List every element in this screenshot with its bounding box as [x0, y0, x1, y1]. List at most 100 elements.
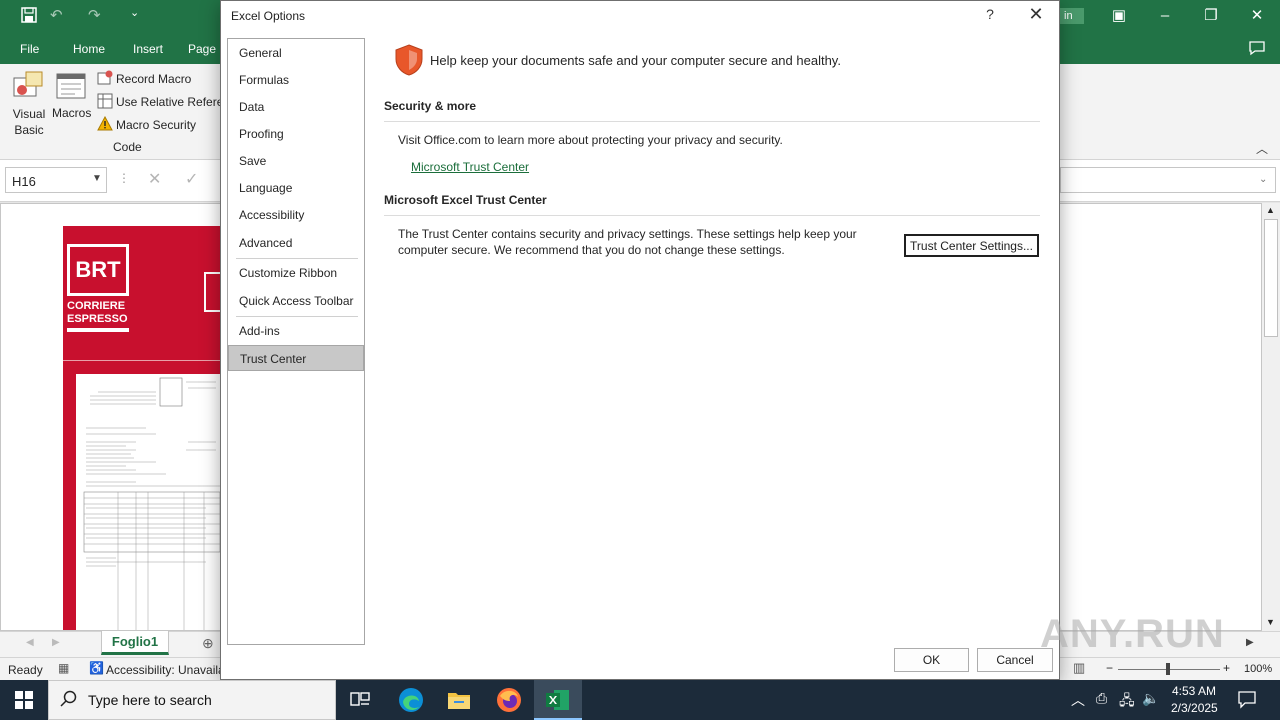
zoom-out-icon[interactable]: −	[1106, 661, 1113, 675]
tray-chevron-icon[interactable]: ︿	[1071, 690, 1085, 710]
scroll-down-icon[interactable]: ▼	[1266, 617, 1275, 627]
brt-logo: BRT	[67, 244, 129, 296]
page-layout-view-icon[interactable]: ▥	[1073, 660, 1085, 676]
nav-item-data[interactable]: Data	[228, 94, 364, 120]
add-sheet-icon[interactable]: ⊕	[202, 635, 214, 652]
nav-item-trust-center[interactable]: Trust Center	[228, 345, 364, 371]
save-icon[interactable]	[20, 6, 38, 28]
close-icon[interactable]: ✕	[1020, 4, 1052, 28]
confirm-entry-icon[interactable]: ✓	[185, 169, 198, 189]
doc-box-outline	[204, 272, 220, 312]
use-relative-references-button[interactable]: Use Relative Referer	[116, 95, 227, 109]
nav-item-customize-ribbon[interactable]: Customize Ribbon	[228, 260, 364, 286]
brt-logo-underline	[67, 328, 129, 332]
nav-separator	[236, 258, 358, 259]
chevron-down-icon[interactable]: ⌄	[1259, 174, 1267, 185]
dialog-title: Excel Options	[231, 9, 306, 23]
visual-basic-button[interactable]: Visual Basic	[10, 106, 48, 138]
next-sheet-icon[interactable]: ▶	[52, 637, 60, 648]
tray-device-icon[interactable]: ⎙	[1096, 690, 1107, 707]
tab-insert[interactable]: Insert	[133, 42, 163, 56]
volume-icon[interactable]: 🔈	[1142, 690, 1159, 707]
macros-button[interactable]: Macros	[52, 106, 91, 120]
signin-button[interactable]: in	[1060, 8, 1084, 24]
nav-item-proofing[interactable]: Proofing	[228, 121, 364, 147]
nav-item-advanced[interactable]: Advanced	[228, 230, 364, 256]
restore-icon[interactable]: ❐	[1188, 0, 1234, 32]
tab-home[interactable]: Home	[73, 42, 105, 56]
macro-security-button[interactable]: Macro Security	[116, 118, 196, 132]
brt-subtitle-1: CORRIERE	[67, 300, 126, 312]
accessibility-status[interactable]: Accessibility: Unavailab	[106, 663, 231, 677]
customize-qat-icon[interactable]: ⌄	[130, 6, 139, 19]
scroll-thumb[interactable]	[1264, 219, 1278, 337]
trust-center-settings-button[interactable]: Trust Center Settings...	[904, 234, 1039, 257]
options-nav: General Formulas Data Proofing Save Lang…	[227, 38, 365, 645]
record-macro-button[interactable]: Record Macro	[116, 72, 191, 86]
windows-start-icon[interactable]	[15, 691, 33, 712]
macros-icon[interactable]	[55, 70, 89, 105]
record-macro-icon	[97, 70, 113, 89]
zoom-slider-thumb[interactable]	[1166, 663, 1170, 675]
watermark-logo: ANY.RUN	[1040, 612, 1225, 656]
warning-icon	[97, 115, 113, 135]
trust-center-description-line2: computer secure. We recommend that you d…	[398, 243, 785, 257]
sheet-tab-foglio1[interactable]: Foglio1	[101, 631, 169, 655]
notification-icon[interactable]	[1237, 689, 1257, 712]
name-box[interactable]: H16 ▼	[5, 167, 107, 193]
formula-input[interactable]: ⌄	[1060, 167, 1276, 193]
group-code-label: Code	[113, 140, 142, 154]
section-heading-trust-center: Microsoft Excel Trust Center	[384, 193, 547, 207]
ribbon-display-icon[interactable]: ▣	[1096, 0, 1142, 32]
vertical-scrollbar[interactable]: ▲ ▼	[1262, 203, 1280, 631]
network-icon[interactable]: 🖧	[1119, 690, 1135, 714]
chevron-down-icon[interactable]: ▼	[92, 173, 102, 184]
section-heading-security: Security & more	[384, 99, 477, 113]
nav-item-add-ins[interactable]: Add-ins	[228, 318, 364, 344]
ok-button[interactable]: OK	[894, 648, 969, 672]
taskbar-search-placeholder: Type here to search	[88, 692, 212, 708]
trust-center-description-line1: The Trust Center contains security and p…	[398, 227, 857, 241]
minimize-icon[interactable]: –	[1142, 0, 1188, 32]
tab-file[interactable]: File	[20, 42, 39, 56]
cancel-entry-icon[interactable]: ✕	[148, 169, 161, 189]
status-ready: Ready	[8, 663, 43, 677]
header-text: Help keep your documents safe and your c…	[430, 53, 841, 68]
task-view-icon[interactable]	[350, 690, 370, 713]
undo-icon[interactable]: ↶	[50, 6, 63, 24]
search-icon	[60, 690, 78, 711]
document-page	[76, 374, 221, 630]
nav-item-language[interactable]: Language	[228, 175, 364, 201]
redo-icon[interactable]: ↷	[88, 6, 101, 24]
comments-icon[interactable]	[1248, 39, 1266, 60]
collapse-ribbon-icon[interactable]: ︿	[1256, 140, 1268, 157]
microsoft-trust-center-link[interactable]: Microsoft Trust Center	[411, 160, 529, 174]
prev-sheet-icon[interactable]: ◀	[26, 637, 34, 648]
firefox-icon[interactable]	[496, 687, 522, 716]
nav-item-save[interactable]: Save	[228, 148, 364, 174]
brt-subtitle-2: ESPRESSO	[67, 313, 128, 325]
cell-mode-icon: ▦	[58, 661, 70, 675]
clock-date[interactable]: 2/3/2025	[1171, 701, 1218, 715]
nav-item-general[interactable]: General	[228, 40, 364, 66]
more-icon: ⋮	[118, 171, 130, 185]
edge-icon[interactable]	[398, 687, 424, 716]
nav-item-formulas[interactable]: Formulas	[228, 67, 364, 93]
close-icon[interactable]: ✕	[1234, 0, 1280, 32]
nav-item-quick-access-toolbar[interactable]: Quick Access Toolbar	[228, 288, 364, 314]
visual-basic-icon[interactable]	[12, 70, 46, 105]
help-icon[interactable]: ?	[978, 6, 1002, 28]
scroll-up-icon[interactable]: ▲	[1266, 205, 1275, 215]
doc-divider	[63, 360, 220, 361]
file-explorer-icon[interactable]	[447, 689, 471, 714]
security-description: Visit Office.com to learn more about pro…	[398, 133, 783, 147]
clock-time[interactable]: 4:53 AM	[1172, 684, 1216, 698]
name-box-value: H16	[12, 174, 36, 189]
scroll-right-icon[interactable]: ▶	[1246, 637, 1254, 648]
zoom-in-icon[interactable]: +	[1223, 661, 1230, 675]
zoom-level[interactable]: 100%	[1244, 663, 1272, 675]
nav-item-accessibility[interactable]: Accessibility	[228, 202, 364, 228]
relative-ref-icon	[97, 93, 113, 112]
shield-icon	[394, 44, 424, 79]
accessibility-icon[interactable]: ♿	[89, 661, 104, 675]
